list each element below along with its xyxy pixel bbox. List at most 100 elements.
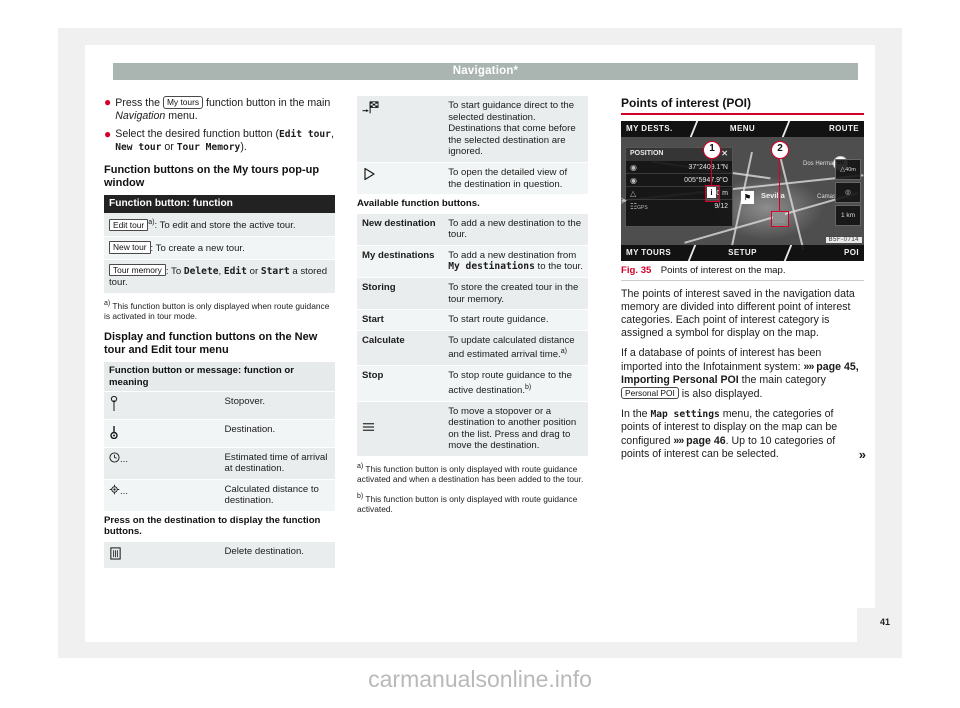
table-row: Tour memory: To Delete, Edit or Start a … bbox=[104, 259, 335, 295]
button-label-storing[interactable]: Storing bbox=[357, 277, 444, 311]
gps-satellites-value: 9/12 bbox=[714, 202, 728, 210]
section-note-press-destination: Press on the destination to display the … bbox=[104, 511, 335, 542]
button-label-stop[interactable]: Stop bbox=[357, 365, 444, 402]
map-button-locate[interactable]: ◎ bbox=[835, 181, 861, 203]
callout-number-1: 1 bbox=[703, 140, 721, 159]
drag-handle-svg bbox=[362, 423, 375, 431]
drag-handle-icon[interactable] bbox=[357, 401, 444, 457]
tab-poi[interactable]: POI bbox=[844, 248, 859, 257]
row-edit-tour: Edit tour a): To edit and store the activ… bbox=[104, 213, 335, 238]
personal-poi-keycap[interactable]: Personal POI bbox=[621, 386, 679, 400]
position-panel-title: POSITION bbox=[630, 149, 664, 157]
delete-label: Delete bbox=[183, 265, 219, 277]
subheading-line1: Function buttons on the My tours pop-up bbox=[104, 163, 320, 176]
bullet-tail-text: menu. bbox=[165, 110, 198, 123]
table-row: ... Calculated distance to destination. bbox=[104, 479, 335, 512]
top-tab-bar: MY DESTS. MENU ROUTE bbox=[621, 120, 864, 137]
footnote-marker: b) bbox=[357, 492, 364, 500]
button-label-calculate[interactable]: Calculate bbox=[357, 330, 444, 367]
footnote-a-mid: a) This function button is only displaye… bbox=[357, 462, 588, 485]
table-header-cell: Function button or message: function or … bbox=[104, 362, 335, 393]
close-icon[interactable]: ✕ bbox=[721, 149, 728, 158]
footnote-marker-b: b) bbox=[525, 383, 532, 391]
row-text-detailed-view: To open the detailed view of the destina… bbox=[443, 162, 588, 196]
table-row: ... Estimated time of arrival at destina… bbox=[104, 447, 335, 480]
bullet-italic-text: Navigation bbox=[115, 110, 166, 123]
button-label-new-destination[interactable]: New destination bbox=[357, 213, 444, 246]
edit-tour-keycap[interactable]: Edit tour bbox=[109, 218, 149, 232]
page-corner-fold bbox=[857, 608, 902, 658]
edit-tour-label: Edit tour bbox=[278, 128, 331, 140]
longitude-value: 005°5947.9"O bbox=[684, 176, 728, 184]
panel-expand-icon[interactable]: ▷ bbox=[621, 195, 627, 206]
tab-route[interactable]: ROUTE bbox=[829, 124, 859, 133]
bullet-post-text: function button in the main bbox=[203, 97, 331, 109]
section-note-available-buttons: Available function buttons. bbox=[357, 194, 588, 214]
gps-label: GPS bbox=[637, 204, 648, 211]
button-label-my-destinations[interactable]: My destinations bbox=[357, 245, 444, 279]
play-triangle-icon bbox=[357, 162, 444, 196]
ellipsis: ... bbox=[120, 453, 128, 465]
flag-destination-svg bbox=[362, 101, 379, 114]
trash-icon bbox=[104, 541, 220, 569]
table-row: To move a stopover or a destination to a… bbox=[357, 401, 588, 457]
row-text: To stop route guidance to the active des… bbox=[448, 370, 572, 396]
table-row: Delete destination. bbox=[104, 541, 335, 569]
map-settings-label: Map settings bbox=[650, 409, 720, 421]
table-row: New tour: To create a new tour. bbox=[104, 236, 335, 260]
para2-pre: If a database of points of interest has … bbox=[621, 347, 822, 373]
table-row: Destination. bbox=[104, 419, 335, 448]
footnote-marker-a: a) bbox=[560, 348, 567, 356]
footnote-marker: a) bbox=[357, 462, 364, 470]
table-row: Start To start route guidance. bbox=[357, 309, 588, 331]
poi-monument-marker-icon[interactable]: ⚑ bbox=[741, 190, 754, 204]
paragraph-map-settings: In the Map settings menu, the categories… bbox=[621, 408, 866, 461]
table-row: My destinations To add a new destination… bbox=[357, 245, 588, 279]
table-function-buttons-continued: To start guidance direct to the selected… bbox=[357, 96, 588, 457]
figure-code-tag: B5F-0714 bbox=[825, 236, 862, 243]
sep-text: , bbox=[330, 127, 334, 140]
row-text: To update calculated distance and estima… bbox=[448, 334, 575, 361]
map-button-zoom-scale[interactable]: 1 km bbox=[835, 204, 861, 226]
table-display-function-buttons: Function button or message: function or … bbox=[104, 362, 335, 569]
poi-personal-marker-icon[interactable] bbox=[773, 212, 785, 223]
map-button-terrain[interactable]: △40m bbox=[835, 158, 861, 180]
distance-svg bbox=[109, 484, 120, 495]
globe-icon: ◉ bbox=[630, 175, 637, 185]
row-text-move-destination: To move a stopover or a destination to a… bbox=[443, 401, 588, 457]
section-title-underline bbox=[621, 113, 864, 115]
tab-setup[interactable]: SETUP bbox=[621, 248, 864, 257]
row-text-stop: To stop route guidance to the active des… bbox=[443, 365, 588, 402]
bullet-item-press-my-tours: ● Press the My tours function button in … bbox=[104, 95, 335, 124]
paragraph-poi-database: If a database of points of interest has … bbox=[621, 347, 864, 401]
row-text: : To edit and store the active tour. bbox=[154, 220, 296, 232]
button-label-start[interactable]: Start bbox=[357, 309, 444, 331]
cross-reference-link[interactable]: page 46 bbox=[686, 435, 725, 447]
tab-menu[interactable]: MENU bbox=[621, 124, 864, 133]
table-row: Calculate To update calculated distance … bbox=[357, 330, 588, 367]
new-tour-label: New tour bbox=[115, 142, 162, 154]
bullet-text: Press the My tours function button in th… bbox=[115, 96, 335, 124]
table-header-row: Function button: function bbox=[104, 195, 335, 214]
footnote-a-left: a) This function button is only displaye… bbox=[104, 299, 335, 322]
tour-memory-label: Tour Memory bbox=[176, 142, 241, 154]
tour-memory-keycap[interactable]: Tour memory bbox=[109, 263, 166, 277]
para3-pre: In the bbox=[621, 408, 651, 421]
figure-number: Fig. 35 bbox=[621, 264, 652, 276]
bullet-pre-text: Select the desired function button ( bbox=[115, 127, 279, 140]
globe-icon: ◉ bbox=[630, 162, 637, 172]
table-row: Edit tour a): To edit and store the activ… bbox=[104, 213, 335, 238]
poi-info-marker-icon[interactable]: i bbox=[707, 186, 716, 198]
callout-number-2: 2 bbox=[771, 140, 789, 159]
subheading-line2: tour and Edit tour menu bbox=[104, 344, 229, 357]
watermark: carmanualsonline.info bbox=[368, 666, 592, 692]
table-header-row: Function button or message: function or … bbox=[104, 362, 335, 393]
new-tour-keycap[interactable]: New tour bbox=[109, 241, 151, 254]
stopover-pin-icon bbox=[104, 391, 220, 421]
my-tours-keycap[interactable]: My tours bbox=[162, 96, 204, 109]
row-text-storing: To store the created tour in the tour me… bbox=[443, 277, 588, 311]
row-text-stopover: Stopover. bbox=[219, 391, 335, 421]
left-column: ● Press the My tours function button in … bbox=[104, 95, 335, 574]
start-label: Start bbox=[260, 265, 290, 277]
footnote-text: This function button is only displayed w… bbox=[357, 463, 584, 485]
